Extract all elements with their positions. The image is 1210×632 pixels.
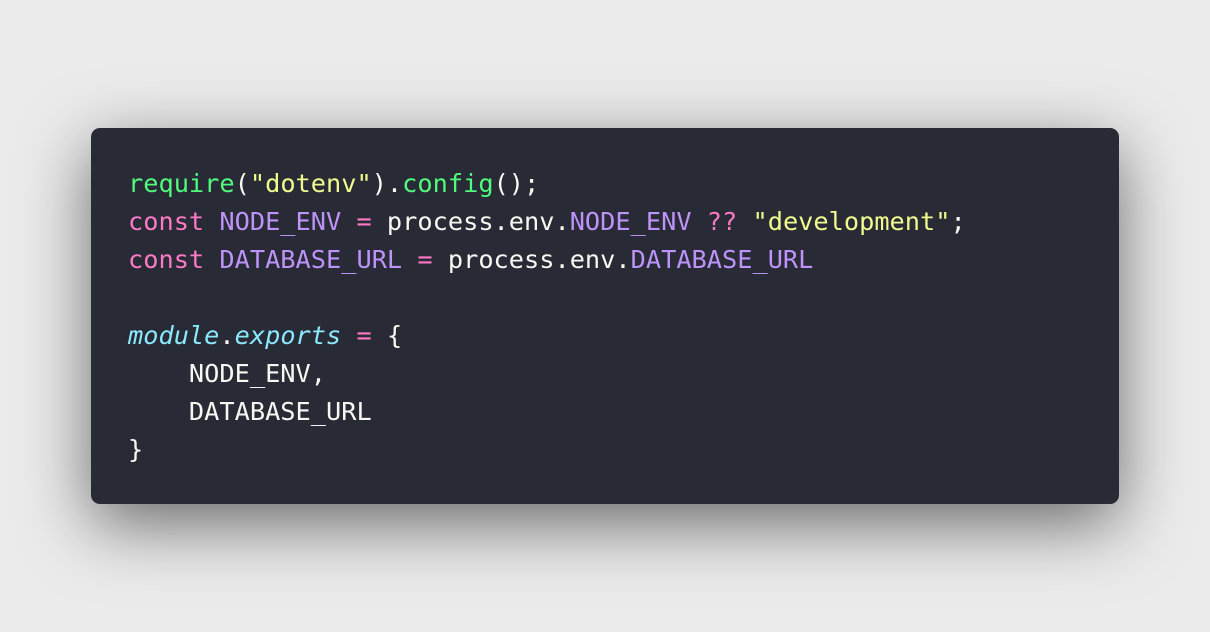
code-token: exports	[234, 321, 342, 350]
code-token: ;	[950, 207, 966, 236]
code-token: NODE_ENV	[569, 207, 692, 236]
code-token: module	[128, 321, 220, 350]
code-token: "development"	[752, 207, 951, 236]
code-token: (	[234, 169, 250, 198]
code-token: }	[128, 435, 144, 464]
code-token: process.env.	[432, 245, 631, 274]
code-token: DATABASE_URL	[128, 397, 372, 426]
code-token: const	[128, 207, 205, 236]
code-token: {	[371, 321, 403, 350]
code-token: .	[219, 321, 235, 350]
code-line: const NODE_ENV = process.env.NODE_ENV ??…	[128, 203, 1119, 241]
code-token: ).	[371, 169, 403, 198]
code-token: config	[402, 169, 494, 198]
page-background: require("dotenv").config(); const NODE_EN…	[0, 0, 1210, 632]
code-line: module.exports = {	[128, 317, 1119, 355]
code-token: DATABASE_URL	[219, 245, 403, 274]
code-snippet-window: require("dotenv").config(); const NODE_EN…	[91, 128, 1119, 504]
code-line: NODE_ENV,	[128, 355, 1119, 393]
code-token: =	[417, 245, 433, 274]
code-line: const DATABASE_URL = process.env.DATABAS…	[128, 241, 1119, 279]
code-token: const	[128, 245, 205, 274]
code-token: =	[356, 321, 372, 350]
code-token: DATABASE_URL	[630, 245, 814, 274]
code-token: =	[356, 207, 372, 236]
code-token: "dotenv"	[249, 169, 372, 198]
code-token: NODE_ENV,	[128, 359, 326, 388]
code-line: require("dotenv").config();	[128, 165, 1119, 203]
code-line: DATABASE_URL	[128, 393, 1119, 431]
code-token: ??	[706, 207, 738, 236]
code-token: process.env.	[371, 207, 570, 236]
code-block: require("dotenv").config(); const NODE_EN…	[128, 165, 1119, 469]
code-token: NODE_ENV	[219, 207, 342, 236]
code-line: }	[128, 431, 1119, 469]
code-token: ();	[493, 169, 540, 198]
code-token: require	[128, 169, 235, 198]
